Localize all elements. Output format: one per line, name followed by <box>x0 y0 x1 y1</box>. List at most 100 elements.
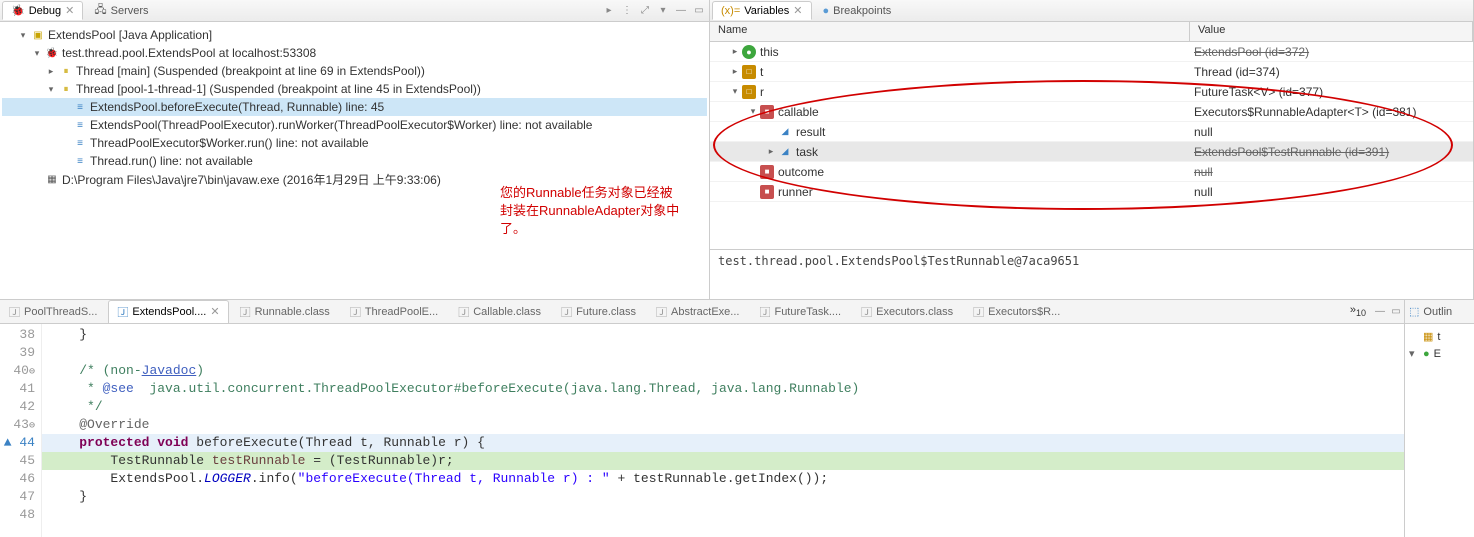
var-row[interactable]: ▸□tThread (id=374) <box>710 62 1473 82</box>
java-file-icon: 🄹 <box>9 304 20 320</box>
toolbar-btn-3[interactable]: ⤢ <box>637 3 653 19</box>
var-row[interactable]: ■ runner null <box>710 182 1473 202</box>
outline-item-2[interactable]: ▾●E <box>1409 345 1470 362</box>
editor-tab[interactable]: 🄹 Executors.class <box>852 300 962 324</box>
stack-frame-2[interactable]: ≡ExtendsPool(ThreadPoolExecutor).runWork… <box>2 116 707 134</box>
launch-config[interactable]: ▾▣ExtendsPool [Java Application] <box>2 26 707 44</box>
tab-servers[interactable]: 🖧Servers <box>85 0 157 23</box>
twistie-icon[interactable]: ▾ <box>746 106 760 117</box>
editor-tab-label: FutureTask.... <box>774 306 841 318</box>
outline-body[interactable]: ▦t ▾●E <box>1405 324 1474 537</box>
var-value: null <box>1190 125 1473 139</box>
twistie-icon[interactable]: ▸ <box>728 46 742 57</box>
vars-header: Name Value <box>710 22 1473 42</box>
editor-tab-label: AbstractExe... <box>671 306 739 318</box>
maximize-icon[interactable]: ▭ <box>1388 304 1404 320</box>
var-name: task <box>796 145 818 159</box>
col-value-header[interactable]: Value <box>1190 22 1473 41</box>
var-row[interactable]: ◢resultnull <box>710 122 1473 142</box>
twistie-icon[interactable]: ▸ <box>764 146 778 157</box>
editor-tab[interactable]: 🄹 PoolThreadS... <box>0 300 106 324</box>
local-icon: ◢ <box>778 145 792 159</box>
debug-tree[interactable]: ▾▣ExtendsPool [Java Application] ▾🐞test.… <box>0 22 709 299</box>
outline-tab[interactable]: ⬚ Outlin <box>1405 300 1474 324</box>
code[interactable]: } /* (non-Javadoc) * @see java.util.conc… <box>42 324 1404 537</box>
var-row[interactable]: ▸●thisExtendsPool (id=372) <box>710 42 1473 62</box>
var-row[interactable]: ▸◢taskExtendsPool$TestRunnable (id=391) <box>710 142 1473 162</box>
javaw-label: D:\Program Files\Java\jre7\bin\javaw.exe… <box>62 171 441 188</box>
more-tabs-button[interactable]: »10 <box>1344 304 1372 318</box>
frame2-label: ExtendsPool(ThreadPoolExecutor).runWorke… <box>90 118 592 132</box>
editor-tab-label: ExtendsPool.... <box>132 306 206 318</box>
stack-frame-icon: ≡ <box>72 99 88 115</box>
editor-tab[interactable]: 🄹 ExtendsPool.... ✕ <box>108 300 228 324</box>
toolbar-btn-2[interactable]: ⋮ <box>619 3 635 19</box>
server-icon: 🖧 <box>94 1 106 20</box>
gutter: 383940⊖414243⊖▲ 4445464748 <box>0 324 42 537</box>
twistie-icon[interactable]: ▸ <box>728 66 742 77</box>
var-name: r <box>760 85 764 99</box>
thread-icon: ⏸ <box>58 81 74 97</box>
editor-tab[interactable]: 🄹 Future.class <box>552 300 645 324</box>
editor-tab[interactable]: 🄹 FutureTask.... <box>750 300 850 324</box>
var-name: runner <box>778 185 813 199</box>
var-value: Thread (id=374) <box>1190 65 1473 79</box>
var-name: result <box>796 125 825 139</box>
editor-tab[interactable]: 🄹 Runnable.class <box>231 300 339 324</box>
stack-frame-icon: ≡ <box>72 117 88 133</box>
tab-variables[interactable]: (x)= Variables ✕ <box>712 1 812 20</box>
editor-tab-label: Executors.class <box>876 306 953 318</box>
editor-tab-label: ThreadPoolE... <box>365 306 438 318</box>
var-row[interactable]: ▾■callableExecutors$RunnableAdapter<T> (… <box>710 102 1473 122</box>
var-value: null <box>1190 185 1473 199</box>
stack-frame-3[interactable]: ≡ThreadPoolExecutor$Worker.run() line: n… <box>2 134 707 152</box>
tab-debug[interactable]: 🐞Debug ✕ <box>2 1 83 20</box>
stack-frame-4[interactable]: ≡Thread.run() line: not available <box>2 152 707 170</box>
editor-tab[interactable]: 🄹 Executors$R... <box>964 300 1069 324</box>
variables-icon: (x)= <box>721 5 740 17</box>
frame1-label: ExtendsPool.beforeExecute(Thread, Runnab… <box>90 100 384 114</box>
var-value: FutureTask<V> (id=377) <box>1190 85 1473 99</box>
thread-pool-label: Thread [pool-1-thread-1] (Suspended (bre… <box>76 82 481 96</box>
var-name: callable <box>778 105 819 119</box>
annotation-text: 您的Runnable任务对象已经被 封装在RunnableAdapter对象中 … <box>500 184 679 239</box>
tab-breakpoints[interactable]: ● Breakpoints <box>814 2 901 20</box>
editor-tab-label: Runnable.class <box>255 306 330 318</box>
outline-icon: ⬚ <box>1409 305 1419 318</box>
debug-target[interactable]: ▾🐞test.thread.pool.ExtendsPool at localh… <box>2 44 707 62</box>
editor-tab[interactable]: 🄹 ThreadPoolE... <box>341 300 447 324</box>
field-icon: ■ <box>760 185 774 199</box>
breakpoints-icon: ● <box>823 5 830 17</box>
outline-label: Outlin <box>1423 306 1452 318</box>
code-area[interactable]: 383940⊖414243⊖▲ 4445464748 } /* (non-Jav… <box>0 324 1404 537</box>
var-row[interactable]: ▾□rFutureTask<V> (id=377) <box>710 82 1473 102</box>
stack-frame-1[interactable]: ≡ExtendsPool.beforeExecute(Thread, Runna… <box>2 98 707 116</box>
outline-item-1[interactable]: ▦t <box>1409 328 1470 345</box>
minimize-icon[interactable]: — <box>1372 304 1388 320</box>
editor-tab[interactable]: 🄹 Callable.class <box>449 300 550 324</box>
stack-frame-icon: ≡ <box>72 153 88 169</box>
col-name-header[interactable]: Name <box>710 22 1190 41</box>
line-41: * @see java.util.concurrent.ThreadPoolEx… <box>42 380 1404 398</box>
variable-detail[interactable]: test.thread.pool.ExtendsPool$TestRunnabl… <box>710 249 1473 299</box>
tab-breakpoints-label: Breakpoints <box>833 5 891 17</box>
var-row[interactable]: ■outcomenull <box>710 162 1473 182</box>
toolbar-btn-4[interactable]: ▾ <box>655 3 671 19</box>
twistie-icon[interactable]: ▾ <box>728 86 742 97</box>
field-icon: ■ <box>760 165 774 179</box>
var-name: t <box>760 65 763 79</box>
process-icon: ▦ <box>44 171 60 187</box>
thread-main[interactable]: ▸⏸Thread [main] (Suspended (breakpoint a… <box>2 62 707 80</box>
toolbar-btn-1[interactable]: ▸ <box>601 3 617 19</box>
java-app-icon: ▣ <box>30 27 46 43</box>
var-value: ExtendsPool (id=372) <box>1190 45 1473 59</box>
minimize-icon[interactable]: — <box>673 3 689 19</box>
maximize-icon[interactable]: ▭ <box>691 3 707 19</box>
thread-pool[interactable]: ▾⏸Thread [pool-1-thread-1] (Suspended (b… <box>2 80 707 98</box>
line-44: protected void beforeExecute(Thread t, R… <box>42 434 1404 452</box>
java-file-icon: 🄹 <box>350 304 361 320</box>
vars-body[interactable]: ▸●thisExtendsPool (id=372)▸□tThread (id=… <box>710 42 1473 249</box>
frame4-label: Thread.run() line: not available <box>90 154 253 168</box>
javaw-process[interactable]: ▦D:\Program Files\Java\jre7\bin\javaw.ex… <box>2 170 707 188</box>
editor-tab[interactable]: 🄹 AbstractExe... <box>647 300 748 324</box>
